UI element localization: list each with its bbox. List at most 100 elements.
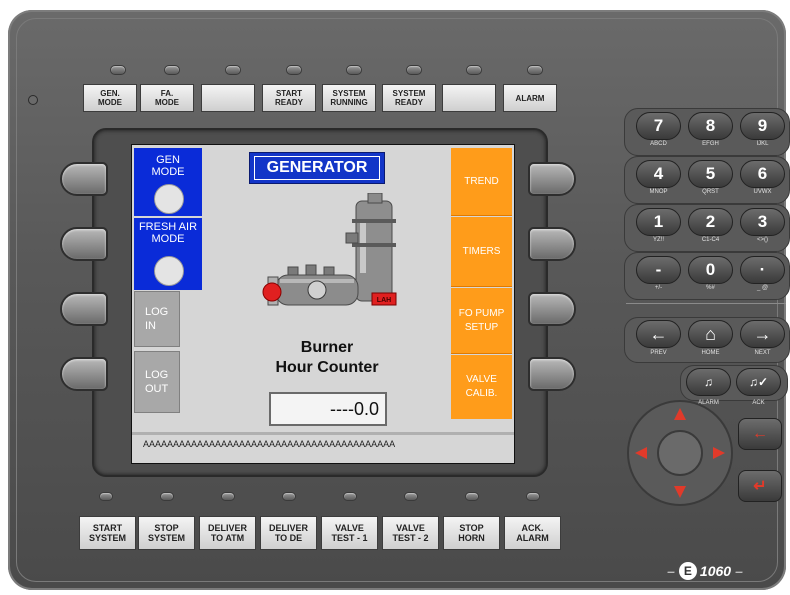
- led-deliver-to-atm: [221, 492, 235, 501]
- start-system-button[interactable]: START SYSTEM: [79, 516, 136, 550]
- home-button[interactable]: ⌂: [688, 320, 733, 348]
- bottom-button-strip: [78, 478, 562, 514]
- softkey-right-1[interactable]: [528, 162, 576, 196]
- key-8[interactable]: 8: [688, 112, 733, 140]
- model-number: 1060: [699, 563, 732, 579]
- generator-graphic: [262, 193, 397, 306]
- deliver-to-atm-button[interactable]: DELIVER TO ATM: [199, 516, 256, 550]
- lcd-screen: GEN MODE FRESH AIR MODE LOG IN LOG OUT G…: [131, 144, 515, 464]
- brand-logo-icon: E: [678, 562, 697, 580]
- fo-pump-setup-button[interactable]: FO PUMP SETUP: [451, 288, 512, 354]
- stop-horn-button[interactable]: STOP HORN: [443, 516, 500, 550]
- softkey-right-2[interactable]: [528, 227, 576, 261]
- softkey-left-4[interactable]: [60, 357, 108, 391]
- indicator-system-running: SYSTEM RUNNING: [322, 84, 376, 112]
- led-system-running: [346, 65, 362, 75]
- gen-mode-label: GEN MODE: [151, 154, 185, 178]
- led-start-system: [99, 492, 113, 501]
- keypad-divider: [626, 303, 786, 304]
- key-0[interactable]: 0: [688, 256, 733, 284]
- key-dot-sublabel: _ @: [756, 285, 769, 291]
- indicator-start-ready: START READY: [262, 84, 316, 112]
- prev-label: PREV: [650, 350, 667, 356]
- led-blank-1: [225, 65, 241, 75]
- key-5-sublabel: QRST: [702, 189, 719, 195]
- key-0-sublabel: %#: [706, 285, 715, 291]
- valve-test-1-button[interactable]: VALVE TEST - 1: [321, 516, 378, 550]
- indicator-blank-2: [442, 84, 496, 112]
- key-4-sublabel: MNOP: [649, 189, 668, 195]
- key-dot[interactable]: ·: [740, 256, 785, 284]
- key-4[interactable]: 4: [636, 160, 681, 188]
- brand-badge: – E 1060 –: [667, 562, 743, 580]
- title-box: GENERATOR: [249, 152, 385, 184]
- softkey-left-2[interactable]: [60, 227, 108, 261]
- deliver-to-de-button[interactable]: DELIVER TO DE: [260, 516, 317, 550]
- fresh-air-mode-panel[interactable]: FRESH AIR MODE: [134, 218, 202, 290]
- timers-button[interactable]: TIMERS: [451, 217, 512, 287]
- key-3-sublabel: <>(): [756, 237, 768, 243]
- indicator-blank-1: [201, 84, 255, 112]
- led-start-ready: [286, 65, 302, 75]
- led-system-ready: [406, 65, 422, 75]
- ack-key-label: ACK: [752, 400, 765, 406]
- direction-pad[interactable]: [625, 398, 735, 508]
- led-fa-mode: [164, 65, 180, 75]
- led-ack-alarm: [526, 492, 540, 501]
- trend-button[interactable]: TREND: [451, 148, 512, 216]
- key-minus-sublabel: +/-: [654, 285, 663, 291]
- fresh-air-mode-label: FRESH AIR MODE: [138, 221, 198, 245]
- led-valve-test-2: [404, 492, 418, 501]
- fresh-air-mode-indicator: [154, 256, 184, 286]
- softkey-left-3[interactable]: [60, 292, 108, 326]
- led-stop-system: [160, 492, 174, 501]
- led-gen-mode: [110, 65, 126, 75]
- indicator-alarm: ALARM: [503, 84, 557, 112]
- key-9[interactable]: 9: [740, 112, 785, 140]
- ack-bell-icon-button[interactable]: ♫✓: [736, 368, 781, 396]
- key-6-sublabel: UVWX: [753, 189, 772, 195]
- log-in-button[interactable]: LOG IN: [134, 291, 180, 347]
- led-deliver-to-de: [282, 492, 296, 501]
- panel-hole: [28, 95, 38, 105]
- gen-mode-indicator: [154, 184, 184, 214]
- counter-display: ----0.0: [269, 392, 387, 426]
- status-line: AAAAAAAAAAAAAAAAAAAAAAAAAAAAAAAAAAAAAAAA…: [143, 439, 396, 449]
- softkey-left-1[interactable]: [60, 162, 108, 196]
- key-1[interactable]: 1: [636, 208, 681, 236]
- valve-test-2-button[interactable]: VALVE TEST - 2: [382, 516, 439, 550]
- counter-value: ----0.0: [330, 399, 379, 419]
- ack-alarm-button[interactable]: ACK. ALARM: [504, 516, 561, 550]
- counter-title-line1: Burner: [300, 339, 354, 356]
- led-valve-test-1: [343, 492, 357, 501]
- next-button[interactable]: →: [740, 320, 785, 348]
- key-2[interactable]: 2: [688, 208, 733, 236]
- key-5[interactable]: 5: [688, 160, 733, 188]
- next-label: NEXT: [754, 350, 771, 356]
- key-7-sublabel: ABCD: [650, 141, 667, 147]
- softkey-right-4[interactable]: [528, 357, 576, 391]
- indicator-gen-mode: GEN. MODE: [83, 84, 137, 112]
- gen-mode-panel[interactable]: GEN MODE: [134, 148, 202, 216]
- log-out-button[interactable]: LOG OUT: [134, 351, 180, 413]
- burner-flame-indicator: [262, 282, 282, 302]
- page-title: GENERATOR: [254, 156, 380, 180]
- counter-title-line2: Hour Counter: [275, 359, 379, 376]
- indicator-system-ready: SYSTEM READY: [382, 84, 436, 112]
- alarm-bell-icon-button[interactable]: ♫: [686, 368, 731, 396]
- key-6[interactable]: 6: [740, 160, 785, 188]
- key-3[interactable]: 3: [740, 208, 785, 236]
- led-alarm: [527, 65, 543, 75]
- valve-calib-button[interactable]: VALVE CALIB.: [451, 355, 512, 419]
- enter-button[interactable]: ↵: [738, 470, 782, 502]
- lah-label: LAH: [376, 297, 392, 304]
- prev-button[interactable]: ←: [636, 320, 681, 348]
- backspace-button[interactable]: ←: [738, 418, 782, 450]
- key-8-sublabel: EFGH: [702, 141, 719, 147]
- status-divider: [132, 432, 514, 435]
- key-9-sublabel: IJKL: [756, 141, 769, 147]
- softkey-right-3[interactable]: [528, 292, 576, 326]
- key-minus[interactable]: -: [636, 256, 681, 284]
- stop-system-button[interactable]: STOP SYSTEM: [138, 516, 195, 550]
- key-7[interactable]: 7: [636, 112, 681, 140]
